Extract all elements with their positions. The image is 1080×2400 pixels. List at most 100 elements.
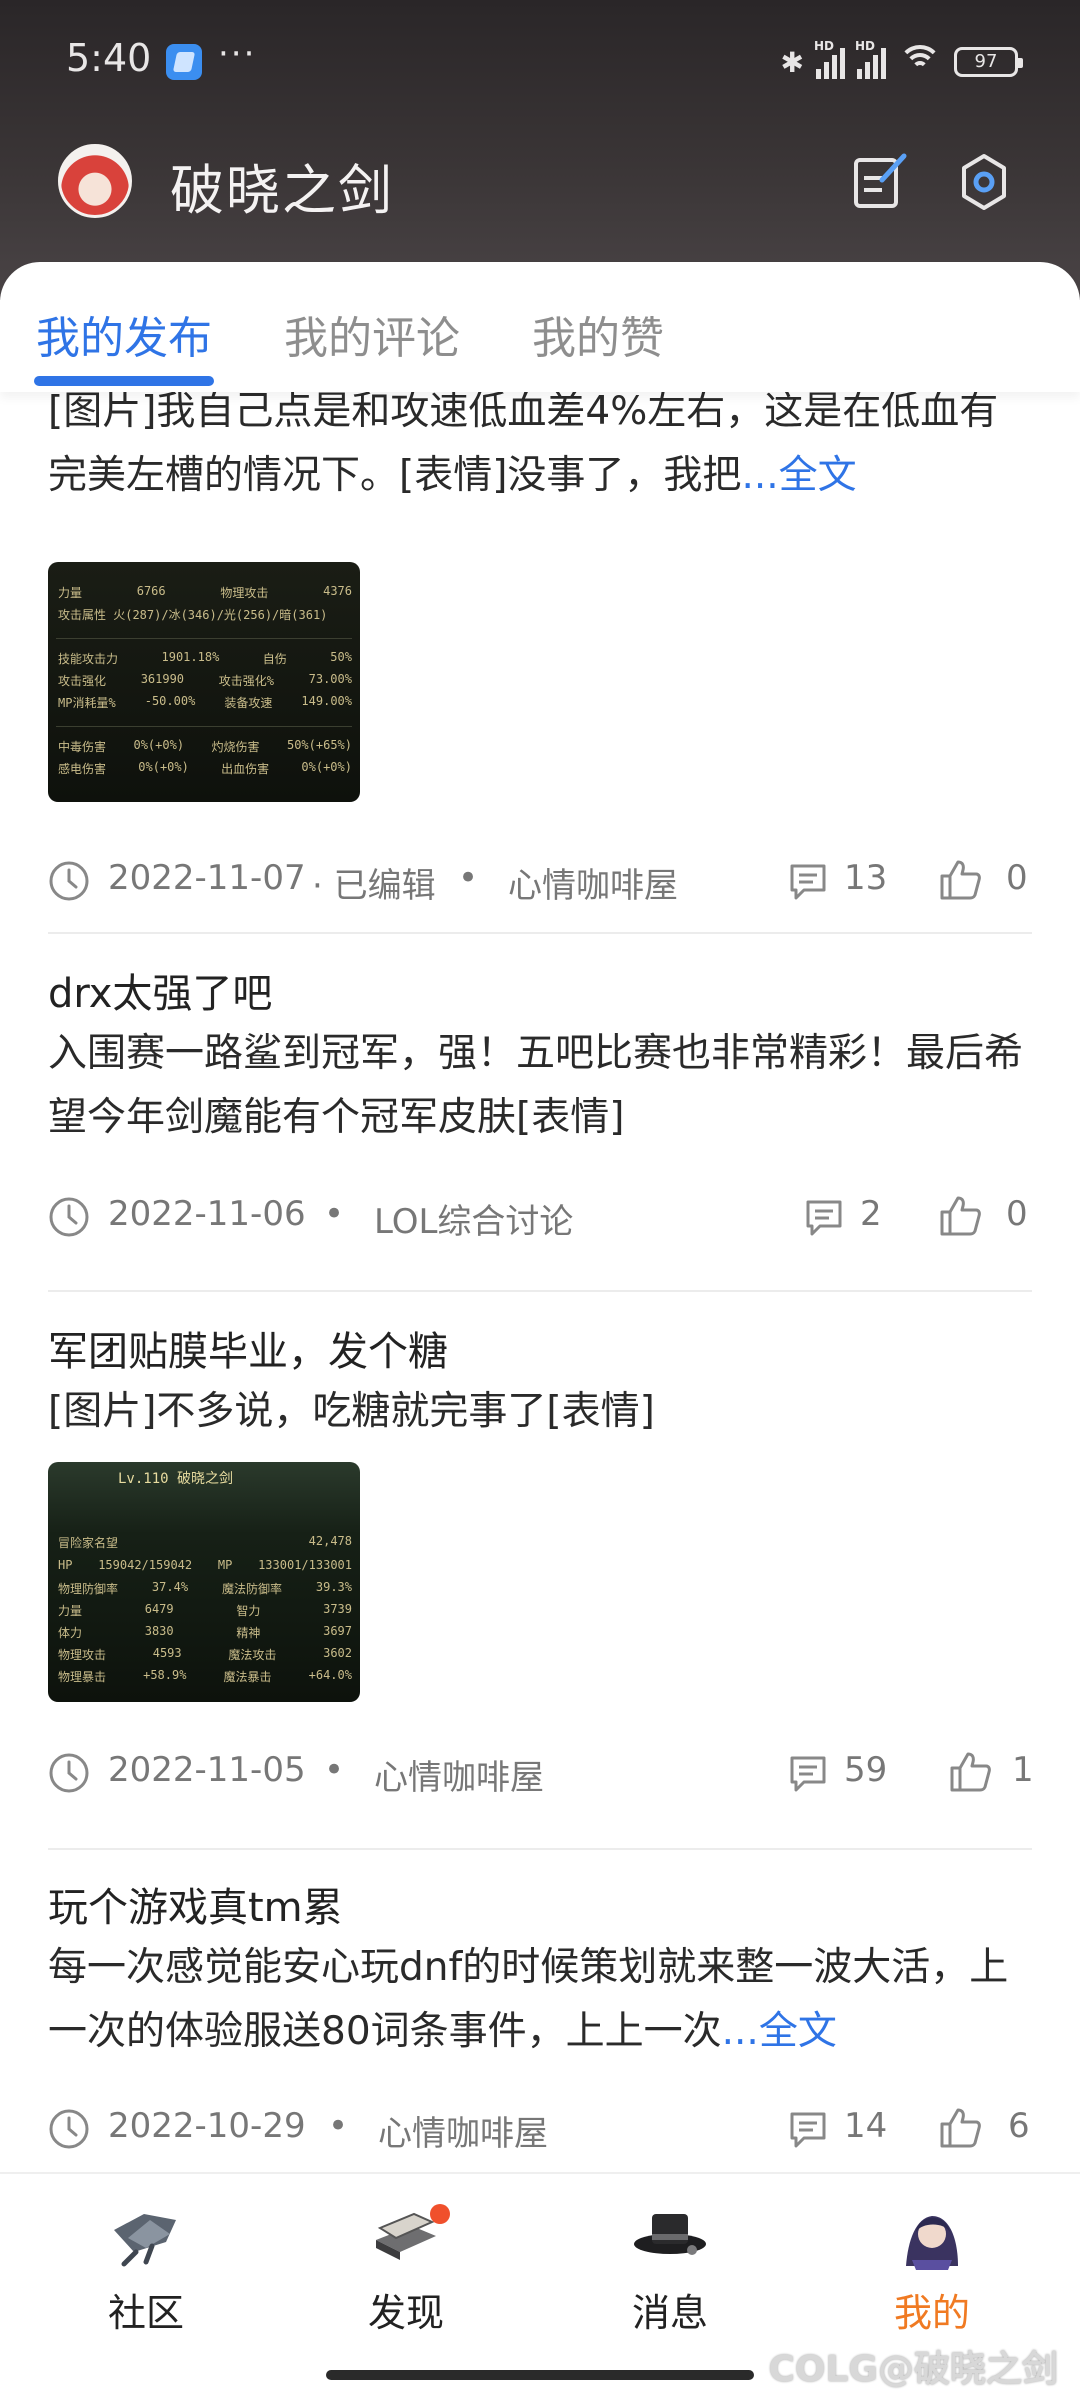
nav-label: 社区 <box>107 2291 184 2335</box>
thumbs-up-icon[interactable] <box>948 1750 992 1794</box>
page-title: 破晓之剑 <box>170 159 394 222</box>
status-bar: 5:40 ··· ✱ HD HD 97 <box>0 30 1080 94</box>
tab-my-posts[interactable]: 我的发布 <box>36 302 212 366</box>
community-icon <box>114 2214 176 2267</box>
watermark-logo: COLG <box>768 2349 878 2390</box>
home-indicator[interactable] <box>326 2370 754 2380</box>
post-date: 2022-11-06 <box>108 1194 306 1234</box>
active-tab-indicator <box>34 376 214 386</box>
watermark-text: @破晓之剑 <box>877 2349 1058 2390</box>
edit-icon[interactable] <box>848 150 912 214</box>
post-thumbnail[interactable]: 力量 6766 物理攻击 4376 攻击属性 火(287)/冰(346)/光(256)… <box>48 562 360 802</box>
thumbs-up-icon[interactable] <box>938 858 982 902</box>
thumb-row: 物理防御率 37.4% 魔法防御率 39.3% <box>58 1580 352 1596</box>
nav-community[interactable]: 社区 <box>66 2200 226 2337</box>
like-count: 0 <box>1006 858 1028 898</box>
post-title: 玩个游戏真tm累 <box>48 1885 343 1931</box>
clock-icon <box>49 1753 89 1793</box>
profile-header: 5:40 ··· ✱ HD HD 97 破晓之剑 <box>0 0 1080 300</box>
post-feed[interactable]: [图片]我自己点是和攻速低血差4%左右，这是在低血有完美左槽的情况下。[表情]没… <box>0 360 1080 2172</box>
post-date: 2022-11-07 <box>108 858 306 898</box>
thumb-row: HP 159042/159042 MP 133001/133001 <box>58 1558 352 1572</box>
comment-icon[interactable] <box>788 1754 828 1794</box>
post-body: [图片]我自己点是和攻速低血差4%左右，这是在低血有完美左槽的情况下。[表情]没… <box>48 380 1032 508</box>
comment-icon[interactable] <box>804 1198 844 1238</box>
status-time: 5:40 <box>66 36 152 80</box>
gear-icon[interactable] <box>952 150 1016 214</box>
thumb-row: 感电伤害 0%(+0%) 出血伤害 0%(+0%) <box>58 760 352 776</box>
clock-icon <box>49 1197 89 1237</box>
signal-icon-2: HD <box>855 39 886 79</box>
thumb-row: 冒险家名望 42,478 <box>58 1534 352 1550</box>
comment-icon[interactable] <box>788 2110 828 2150</box>
comment-count: 13 <box>844 858 888 898</box>
read-more-link[interactable]: ...全文 <box>722 2009 837 2054</box>
edited-label: · 已编辑 <box>312 866 436 906</box>
separator-dot: • <box>328 2106 349 2146</box>
clock-icon <box>49 861 89 901</box>
post-item[interactable]: 玩个游戏真tm累 每一次感觉能安心玩dnf的时候策划就来整一波大活，上一次的体验… <box>48 1880 1032 2172</box>
like-count: 6 <box>1008 2106 1030 2146</box>
tab-my-comments[interactable]: 我的评论 <box>284 302 460 366</box>
post-meta: 2022-11-05 • 心情咖啡屋 59 1 <box>48 1742 1034 1802</box>
post-title: 军团贴膜毕业，发个糖 <box>48 1329 448 1375</box>
comment-count: 59 <box>844 1750 888 1790</box>
thumb-row: 攻击属性 火(287)/冰(346)/光(256)/暗(361) <box>58 608 328 622</box>
post-body: [图片]不多说，吃糖就完事了[表情] <box>48 1389 655 1434</box>
post-title: drx太强了吧 <box>48 971 273 1017</box>
post-meta: 2022-11-06 • LOL综合讨论 2 0 <box>48 1186 1032 1246</box>
post-item[interactable]: 军团贴膜毕业，发个糖 [图片]不多说，吃糖就完事了[表情] Lv.110 破晓之… <box>48 1324 1034 1854</box>
post-divider <box>48 1848 1032 1850</box>
tab-my-likes[interactable]: 我的赞 <box>532 302 664 366</box>
thumb-row: 物理暴击 +58.9% 魔法暴击 +64.0% <box>58 1668 352 1684</box>
profile-avatar-icon <box>906 2216 958 2270</box>
post-body-text: 每一次感觉能安心玩dnf的时候策划就来整一波大活，上一次的体验服送80词条事件，… <box>48 1945 1009 2054</box>
post-date: 2022-11-05 <box>108 1750 306 1790</box>
battery-icon: 97 <box>954 47 1023 77</box>
post-date: 2022-10-29 <box>108 2106 306 2146</box>
nav-label: 发现 <box>367 2291 444 2335</box>
bluetooth-icon: ✱ <box>780 45 804 79</box>
comment-icon[interactable] <box>788 862 828 902</box>
nav-messages[interactable]: 消息 <box>590 2200 750 2337</box>
read-more-link[interactable]: ...全文 <box>741 453 856 498</box>
separator-dot: • <box>458 858 479 898</box>
like-count: 0 <box>1006 1194 1028 1234</box>
clock-icon <box>49 2109 89 2149</box>
thumb-row: 物理攻击 4593 魔法攻击 3602 <box>58 1646 352 1662</box>
post-meta: 2022-10-29 • 心情咖啡屋 14 6 <box>48 2098 1032 2158</box>
comment-count: 14 <box>844 2106 888 2146</box>
watermark: COLG@破晓之剑 <box>768 2340 1058 2392</box>
post-body: 每一次感觉能安心玩dnf的时候策划就来整一波大活，上一次的体验服送80词条事件，… <box>48 1936 1032 2064</box>
post-thumbnail[interactable]: Lv.110 破晓之剑 冒险家名望 42,478 HP 159042/159042 M… <box>48 1462 360 1702</box>
post-item[interactable]: drx太强了吧 入围赛一路鲨到冠军，强！五吧比赛也非常精彩！最后希望今年剑魔能有… <box>48 966 1032 1306</box>
forum-link[interactable]: LOL综合讨论 <box>374 1194 573 1243</box>
post-divider <box>48 1290 1032 1292</box>
forum-link[interactable]: 心情咖啡屋 <box>508 858 678 907</box>
thumb-row: MP消耗量% -50.00% 装备攻速 149.00% <box>58 694 352 710</box>
post-body: 入围赛一路鲨到冠军，强！五吧比赛也非常精彩！最后希望今年剑魔能有个冠军皮肤[表情… <box>48 1031 1024 1140</box>
post-divider <box>48 932 1032 934</box>
nav-profile[interactable]: 我的 <box>852 2200 1012 2337</box>
thumbs-up-icon[interactable] <box>938 1194 982 1238</box>
separator-dot: • <box>324 1750 345 1790</box>
more-notifications-icon: ··· <box>218 34 257 74</box>
avatar[interactable] <box>58 144 132 218</box>
thumb-row: 攻击强化 361990 攻击强化% 73.00% <box>58 672 352 688</box>
nav-label: 我的 <box>893 2291 970 2335</box>
app-notification-icon <box>166 44 202 80</box>
thumb-row: 中毒伤害 0%(+0%) 灼烧伤害 50%(+65%) <box>58 738 352 754</box>
thumbs-up-icon[interactable] <box>938 2106 982 2150</box>
forum-link[interactable]: 心情咖啡屋 <box>378 2106 548 2155</box>
thumb-row: 力量 6479 智力 3739 <box>58 1602 352 1618</box>
like-count: 1 <box>1012 1750 1034 1790</box>
nav-label: 消息 <box>631 2291 708 2335</box>
forum-link[interactable]: 心情咖啡屋 <box>374 1750 544 1799</box>
thumb-row: 力量 6766 物理攻击 4376 <box>58 584 352 600</box>
post-item[interactable]: [图片]我自己点是和攻速低血差4%左右，这是在低血有完美左槽的情况下。[表情]没… <box>48 380 1032 960</box>
notification-dot <box>430 2204 450 2224</box>
nav-discover[interactable]: 发现 <box>326 2200 486 2337</box>
message-icon <box>634 2214 706 2255</box>
post-meta: 2022-11-07 · 已编辑 • 心情咖啡屋 13 0 <box>48 850 1032 910</box>
comment-count: 2 <box>860 1194 882 1234</box>
